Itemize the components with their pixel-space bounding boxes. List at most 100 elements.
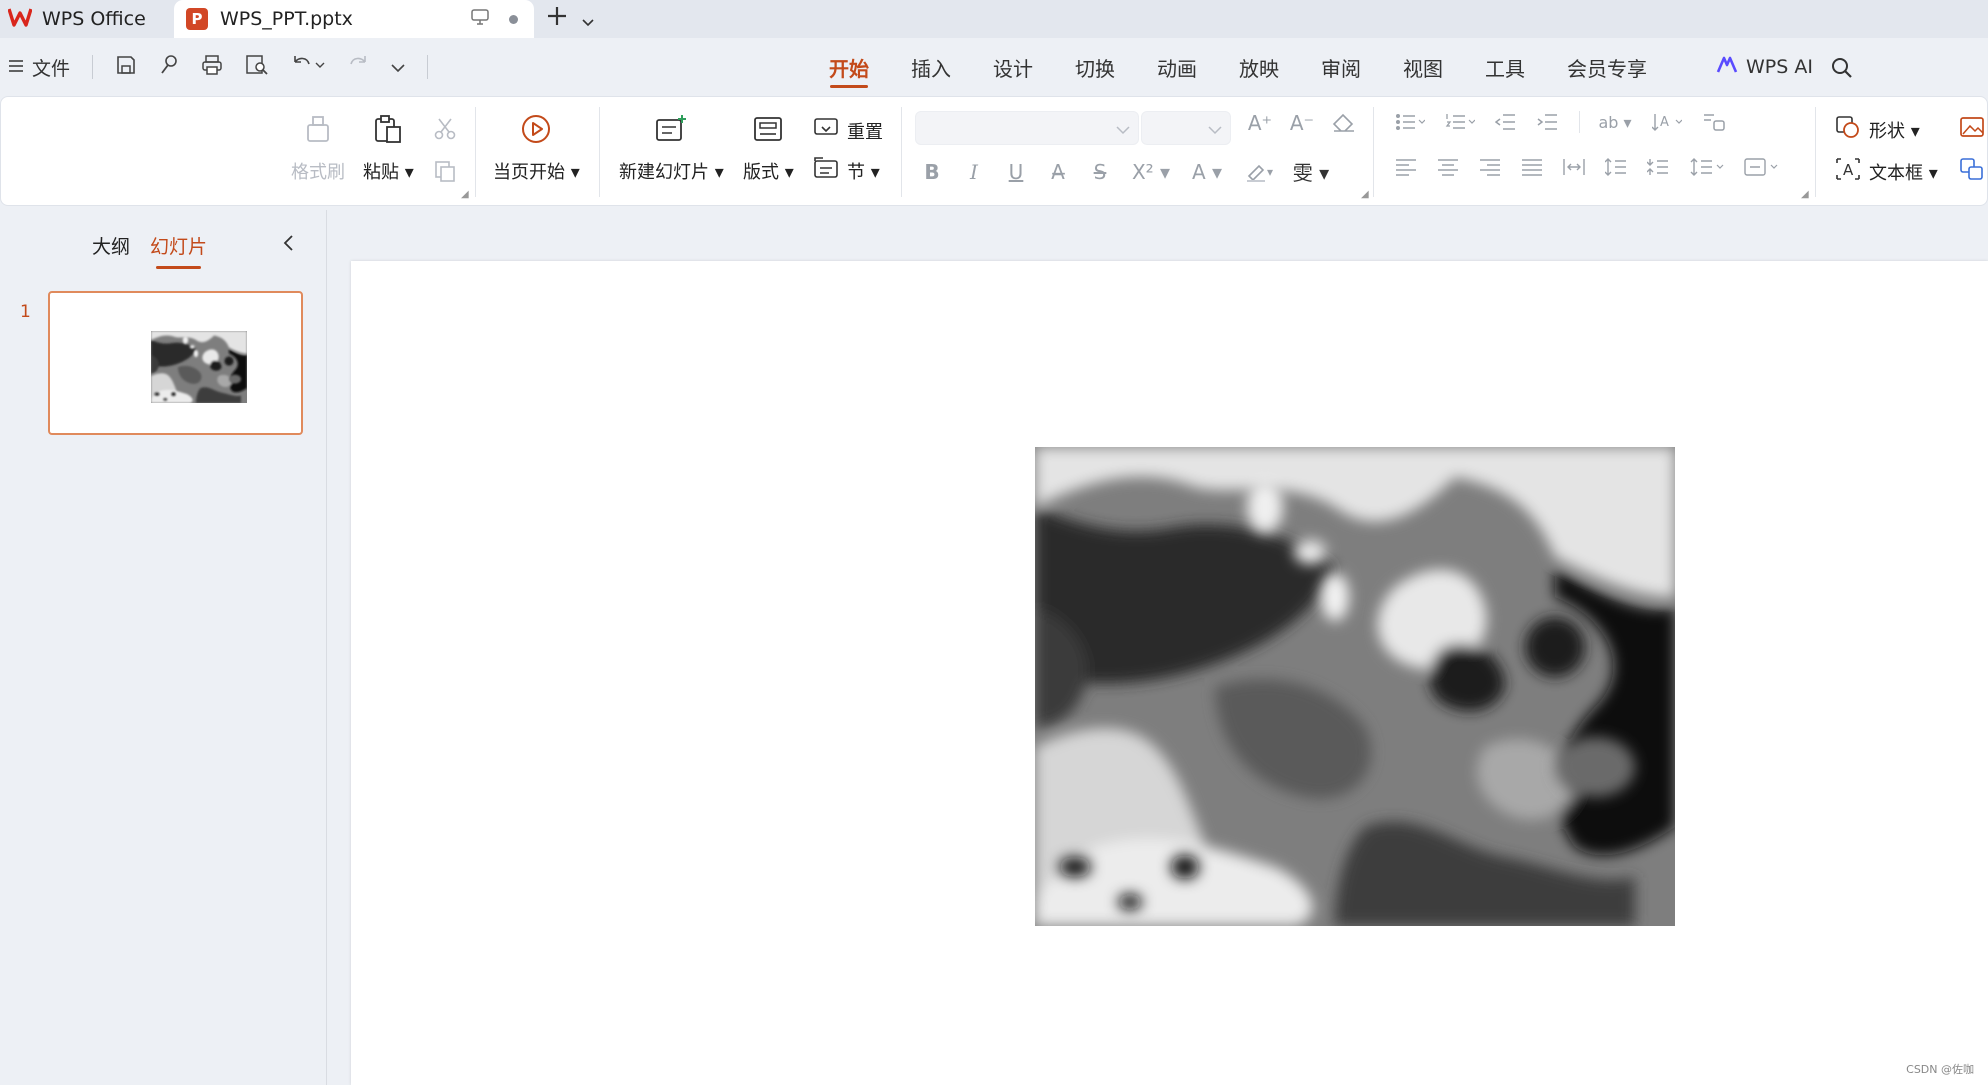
cut-icon[interactable] [433, 117, 457, 145]
plus-icon[interactable] [546, 4, 568, 34]
tab-design[interactable]: 设计 [972, 38, 1054, 96]
layout-label: 版式 ▾ [743, 162, 794, 183]
numbered-list-icon[interactable] [1435, 113, 1485, 131]
tab-outline[interactable]: 大纲 [92, 232, 130, 259]
underline-icon[interactable]: U [995, 160, 1037, 184]
new-slide-button[interactable]: 新建幻灯片 ▾ [619, 113, 724, 184]
file-menu-button[interactable]: 文件 [8, 54, 70, 81]
menu-bar: 文件 开始 插入 设计 切换 动画 放映 审阅 视图 工具 会员专享 WPS A… [0, 38, 1988, 96]
hamburger-icon [8, 56, 24, 78]
italic-icon[interactable]: I [953, 160, 995, 184]
distribute-icon[interactable] [1553, 158, 1595, 176]
tab-insert[interactable]: 插入 [890, 38, 972, 96]
customize-chevron-icon[interactable] [391, 56, 405, 78]
line-spacing-dropdown-icon[interactable] [1679, 157, 1735, 177]
slide-image[interactable] [1035, 447, 1675, 926]
slide-canvas[interactable]: CSDN @佐咖 [351, 261, 1988, 1085]
svg-text:A: A [1843, 161, 1854, 179]
tab-review[interactable]: 审阅 [1300, 38, 1382, 96]
copy-icon[interactable] [433, 159, 457, 187]
undo-icon[interactable] [291, 54, 325, 81]
font-color-icon[interactable]: A ▾ [1181, 160, 1233, 184]
align-center-icon[interactable] [1427, 158, 1469, 176]
section-icon [813, 157, 839, 184]
align-right-icon[interactable] [1469, 158, 1511, 176]
align-tools [1385, 157, 1787, 177]
tab-document[interactable]: P WPS_PPT.pptx [174, 0, 534, 38]
tab-slideshow[interactable]: 放映 [1218, 38, 1300, 96]
monitor-icon[interactable] [471, 8, 489, 30]
shape-button[interactable]: 形状 ▾ [1835, 115, 1920, 144]
divider [1815, 107, 1816, 197]
watermark-text: CSDN @佐咖 [1906, 1063, 1974, 1076]
convert-smartart-icon[interactable] [1693, 112, 1735, 132]
decrease-font-icon[interactable]: A⁻ [1281, 111, 1323, 135]
char-spacing-icon[interactable]: 雯 ▾ [1285, 157, 1337, 186]
wps-ai-button[interactable]: WPS AI [1716, 38, 1813, 96]
save-icon[interactable] [115, 54, 137, 81]
strikethrough-icon[interactable]: S [1079, 160, 1121, 184]
divider [901, 107, 902, 197]
tab-home-label: WPS Office [42, 8, 146, 30]
reset-button[interactable]: 重置 [813, 117, 883, 144]
format-brush-quick-icon[interactable] [159, 54, 179, 81]
ribbon-tabs: 开始 插入 设计 切换 动画 放映 审阅 视图 工具 会员专享 [808, 38, 1668, 96]
search-icon[interactable] [1830, 56, 1854, 84]
tab-bar: WPS Office P WPS_PPT.pptx [0, 0, 1988, 38]
increase-indent-icon[interactable] [1527, 113, 1569, 131]
arrange-icon[interactable] [1959, 157, 1985, 185]
align-left-icon[interactable] [1385, 158, 1427, 176]
bold-icon[interactable]: B [911, 160, 953, 184]
textbox-label: 文本框 ▾ [1869, 162, 1938, 184]
paragraph-spacing-icon[interactable] [1637, 157, 1679, 177]
collapse-panel-icon[interactable] [282, 234, 294, 256]
tab-wps-home[interactable]: WPS Office [0, 0, 168, 38]
eraser-icon[interactable] [1323, 113, 1365, 133]
from-current-slide-button[interactable]: 当页开始 ▾ [493, 113, 580, 184]
tab-view[interactable]: 视图 [1382, 38, 1464, 96]
justify-icon[interactable] [1511, 158, 1553, 176]
clipboard-expand-icon[interactable]: ◢ [461, 189, 469, 200]
increase-font-icon[interactable]: A⁺ [1239, 111, 1281, 135]
tab-member[interactable]: 会员专享 [1546, 38, 1668, 96]
svg-text:A: A [1660, 115, 1669, 130]
tab-transitions[interactable]: 切换 [1054, 38, 1136, 96]
text-align-vertical-icon[interactable] [1735, 157, 1787, 177]
insert-picture-icon[interactable] [1959, 115, 1985, 143]
decrease-indent-icon[interactable] [1485, 113, 1527, 131]
format-painter-button[interactable]: 格式刷 [291, 113, 345, 184]
font-size-select[interactable] [1141, 111, 1231, 145]
tab-tools[interactable]: 工具 [1464, 38, 1546, 96]
bullet-list-icon[interactable] [1385, 113, 1435, 131]
reset-label: 重置 [847, 121, 883, 143]
textbox-button[interactable]: A 文本框 ▾ [1835, 157, 1938, 186]
slide-thumbnail[interactable] [48, 291, 303, 435]
font-expand-icon[interactable]: ◢ [1361, 189, 1369, 200]
tab-home[interactable]: 开始 [808, 38, 890, 96]
redo-icon[interactable] [347, 54, 369, 81]
line-spacing-icon[interactable] [1595, 157, 1637, 177]
slide-number: 1 [20, 302, 31, 322]
tab-animations[interactable]: 动画 [1136, 38, 1218, 96]
text-direction-icon[interactable]: ab ▾ [1589, 113, 1641, 132]
chevron-down-icon[interactable] [582, 4, 594, 34]
unsaved-dot-icon[interactable] [509, 14, 518, 24]
layout-button[interactable]: 版式 ▾ [743, 113, 794, 184]
print-preview-icon[interactable] [245, 54, 269, 81]
paste-label: 粘贴 ▾ [363, 162, 414, 183]
superscript-icon[interactable]: X² ▾ [1121, 160, 1181, 184]
strikethrough-a-icon[interactable]: A̶ [1037, 160, 1079, 184]
paragraph-expand-icon[interactable]: ◢ [1801, 189, 1809, 200]
print-icon[interactable] [201, 54, 223, 81]
wps-ai-label: WPS AI [1746, 56, 1813, 78]
tab-slides[interactable]: 幻灯片 [150, 232, 207, 269]
font-family-select[interactable] [915, 111, 1139, 145]
section-button[interactable]: 节 ▾ [813, 157, 880, 184]
paste-button[interactable]: 粘贴 ▾ [363, 113, 414, 184]
panel-tabs: 大纲 幻灯片 [92, 232, 207, 269]
format-painter-icon [302, 113, 334, 150]
quick-access: 文件 [8, 38, 429, 96]
divider [92, 55, 94, 79]
highlight-icon[interactable]: ▾ [1233, 162, 1285, 182]
line-sort-icon[interactable]: A [1641, 112, 1693, 132]
